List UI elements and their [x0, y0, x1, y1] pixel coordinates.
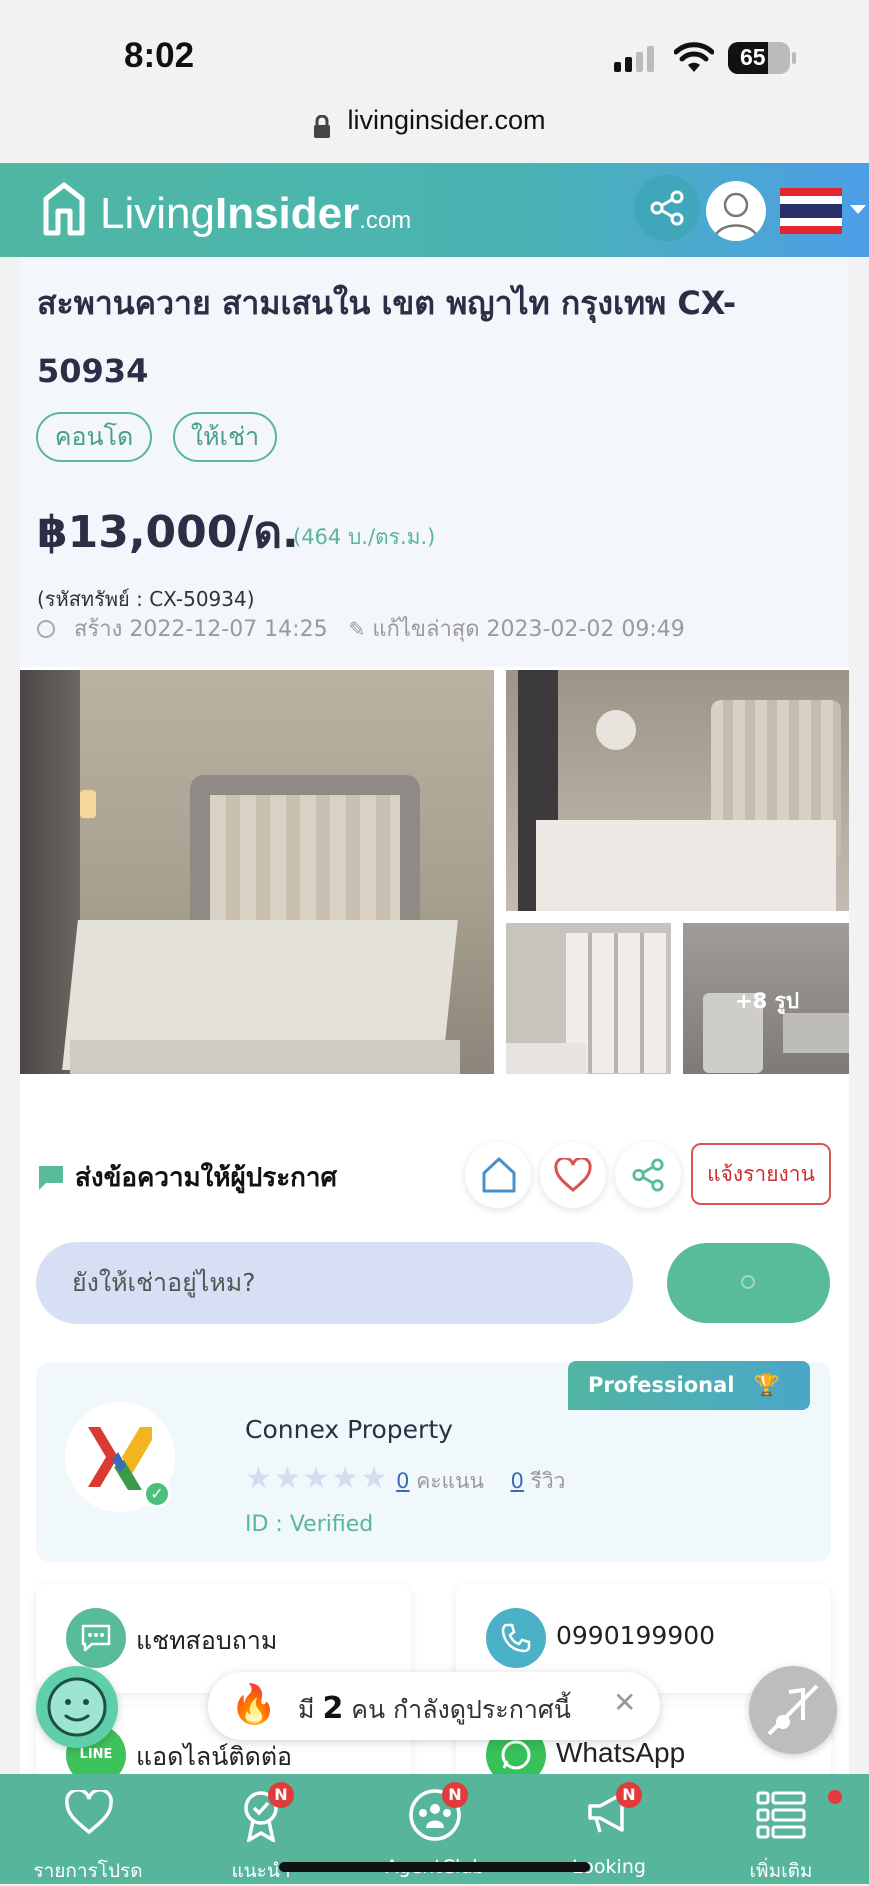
nav-favorites[interactable]: รายการโปรด	[20, 1774, 156, 1884]
home-icon	[482, 1157, 516, 1193]
status-time: 8:02	[124, 36, 195, 75]
professional-badge: Professional 🏆	[568, 1361, 810, 1410]
agent-name[interactable]: Connex Property	[245, 1415, 453, 1444]
price-per-sqm: (464 บ./ตร.ม.)	[293, 525, 436, 549]
phone-icon	[501, 1623, 531, 1653]
score-label: คะแนน	[416, 1469, 484, 1493]
smiley-face-icon	[47, 1677, 107, 1737]
loading-spinner-icon	[741, 1275, 755, 1289]
nav-looking-badge: N	[616, 1782, 642, 1808]
line-label: แอดไลน์ติดต่อ	[136, 1742, 293, 1771]
nav-recommend-badge: N	[268, 1782, 294, 1808]
nav-more[interactable]: เพิ่มเติม	[716, 1774, 846, 1884]
gallery-photo-2[interactable]	[506, 670, 849, 911]
trophy-icon: 🏆	[753, 1373, 780, 1397]
header-share-button[interactable]	[634, 175, 700, 241]
review-count[interactable]: 0	[511, 1469, 524, 1493]
audio-toggle-button[interactable]	[749, 1666, 837, 1754]
address-bar-url[interactable]: livinginsider.com	[0, 105, 869, 136]
gallery-photo-3[interactable]	[506, 923, 671, 1074]
site-logo[interactable]: LivingInsider.com	[100, 189, 411, 239]
nav-agentclub-badge: N	[442, 1782, 468, 1808]
status-bar: 8:02 65 livinginsider.com	[0, 0, 869, 138]
share-icon	[632, 1158, 664, 1192]
listing-content: สะพานควาย สามเสนใน เขต พญาไท กรุงเทพ CX-…	[20, 257, 849, 1817]
chat-label: แชทสอบถาม	[136, 1626, 278, 1655]
created-date: สร้าง 2022-12-07 14:25	[74, 617, 328, 642]
favorite-button[interactable]	[540, 1142, 606, 1208]
battery-icon: 65	[728, 42, 790, 74]
wifi-icon	[674, 42, 714, 72]
viewers-notice: 🔥 มี 2 คน กำลังดูประกาศนี้ ✕	[208, 1672, 660, 1740]
heart-icon	[554, 1158, 592, 1192]
music-off-icon	[767, 1684, 819, 1736]
chevron-down-icon[interactable]	[850, 205, 866, 215]
agent-avatar[interactable]: ✓	[65, 1402, 175, 1512]
listing-title: สะพานควาย สามเสนใน เขต พญาไท กรุงเทพ CX-…	[37, 284, 737, 390]
report-button[interactable]: แจ้งรายงาน	[691, 1143, 831, 1205]
viewers-text: มี 2 คน กำลังดูประกาศนี้	[298, 1691, 571, 1726]
id-verified: ID : Verified	[245, 1512, 374, 1537]
updated-date: แก้ไขล่าสุด 2023-02-02 09:49	[372, 617, 685, 642]
professional-badge-label: Professional	[588, 1373, 735, 1397]
chat-icon	[81, 1624, 111, 1652]
menu-grid-icon	[756, 1791, 806, 1839]
connex-logo-icon	[88, 1427, 152, 1490]
nav-favorites-label: รายการโปรด	[33, 1860, 143, 1882]
plus-circle-icon	[37, 620, 55, 638]
tag-rent[interactable]: ให้เช่า	[173, 412, 277, 462]
review-label: รีวิว	[530, 1469, 566, 1493]
tag-condo[interactable]: คอนโด	[36, 412, 152, 462]
battery-level: 65	[740, 44, 766, 70]
send-message-heading: ส่งข้อความให้ผู้ประกาศ	[75, 1163, 338, 1193]
listing-summary: สะพานควาย สามเสนใน เขต พญาไท กรุงเทพ CX-…	[20, 257, 849, 667]
cellular-signal-icon	[614, 46, 654, 72]
phone-number: 0990199900	[556, 1621, 716, 1650]
more-photos-label[interactable]: +8 รูป	[735, 985, 799, 1018]
chatbot-button[interactable]	[36, 1666, 118, 1748]
share-button[interactable]	[615, 1142, 681, 1208]
home-button[interactable]	[465, 1142, 531, 1208]
send-button[interactable]	[667, 1243, 830, 1323]
home-indicator[interactable]	[279, 1862, 590, 1872]
whatsapp-label: WhatsApp	[556, 1737, 686, 1768]
user-icon	[712, 192, 760, 240]
agent-rating: ★★★★★ 0 คะแนน 0 รีวิว	[245, 1461, 565, 1498]
share-icon	[650, 190, 684, 226]
close-icon[interactable]: ✕	[613, 1686, 636, 1719]
site-header: LivingInsider.com	[0, 163, 869, 257]
message-bubble-icon	[39, 1166, 63, 1190]
main-photo[interactable]	[20, 670, 494, 1074]
score-count[interactable]: 0	[396, 1469, 409, 1493]
message-input[interactable]	[36, 1242, 633, 1324]
whatsapp-icon	[501, 1740, 531, 1770]
heart-icon	[65, 1790, 113, 1835]
gallery-photo-more[interactable]: +8 รูป	[683, 923, 849, 1074]
rating-stars-icon: ★★★★★	[245, 1461, 390, 1496]
logo-house-icon[interactable]	[40, 181, 88, 237]
listing-price: ฿13,000/ด.	[37, 507, 299, 558]
listing-dates: สร้าง 2022-12-07 14:25 ✎ แก้ไขล่าสุด 202…	[37, 611, 685, 646]
fire-icon: 🔥	[230, 1682, 278, 1726]
nav-more-dot	[828, 1790, 842, 1804]
nav-more-label: เพิ่มเติม	[749, 1860, 813, 1882]
verified-check-icon: ✓	[143, 1480, 171, 1508]
pencil-icon: ✎	[348, 617, 366, 641]
user-avatar[interactable]	[706, 181, 766, 241]
thai-flag-icon[interactable]	[780, 188, 842, 234]
